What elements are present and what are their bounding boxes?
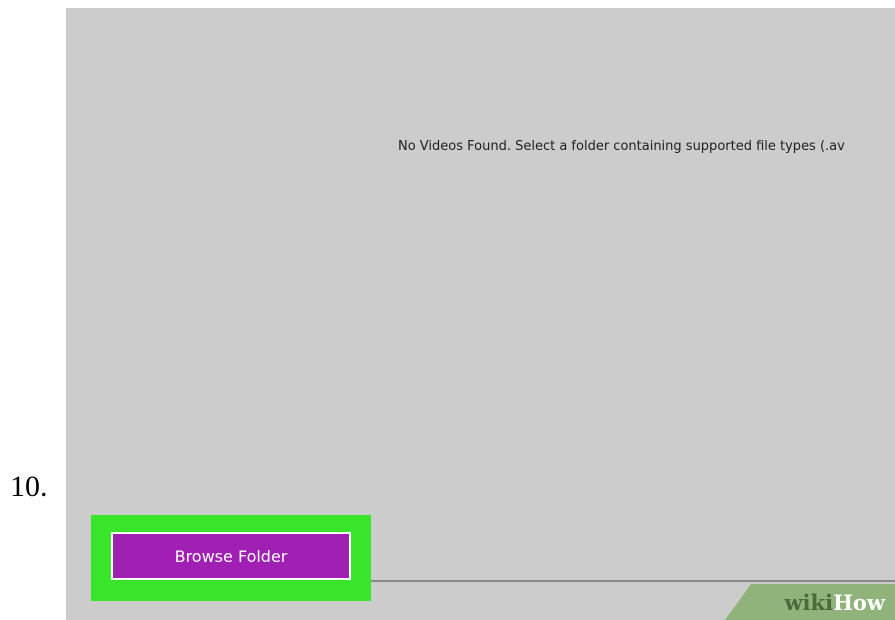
bottom-divider [366,580,895,582]
watermark-wiki: wiki [784,589,834,615]
wikihow-watermark: wiki How [725,584,895,620]
no-videos-message: No Videos Found. Select a folder contain… [398,139,845,154]
browse-folder-button[interactable]: Browse Folder [111,532,351,580]
step-number: 10. [10,470,48,503]
tutorial-step: 10. No Videos Found. Select a folder con… [0,0,895,620]
watermark-how: How [833,589,885,615]
video-library-panel: No Videos Found. Select a folder contain… [66,8,895,620]
